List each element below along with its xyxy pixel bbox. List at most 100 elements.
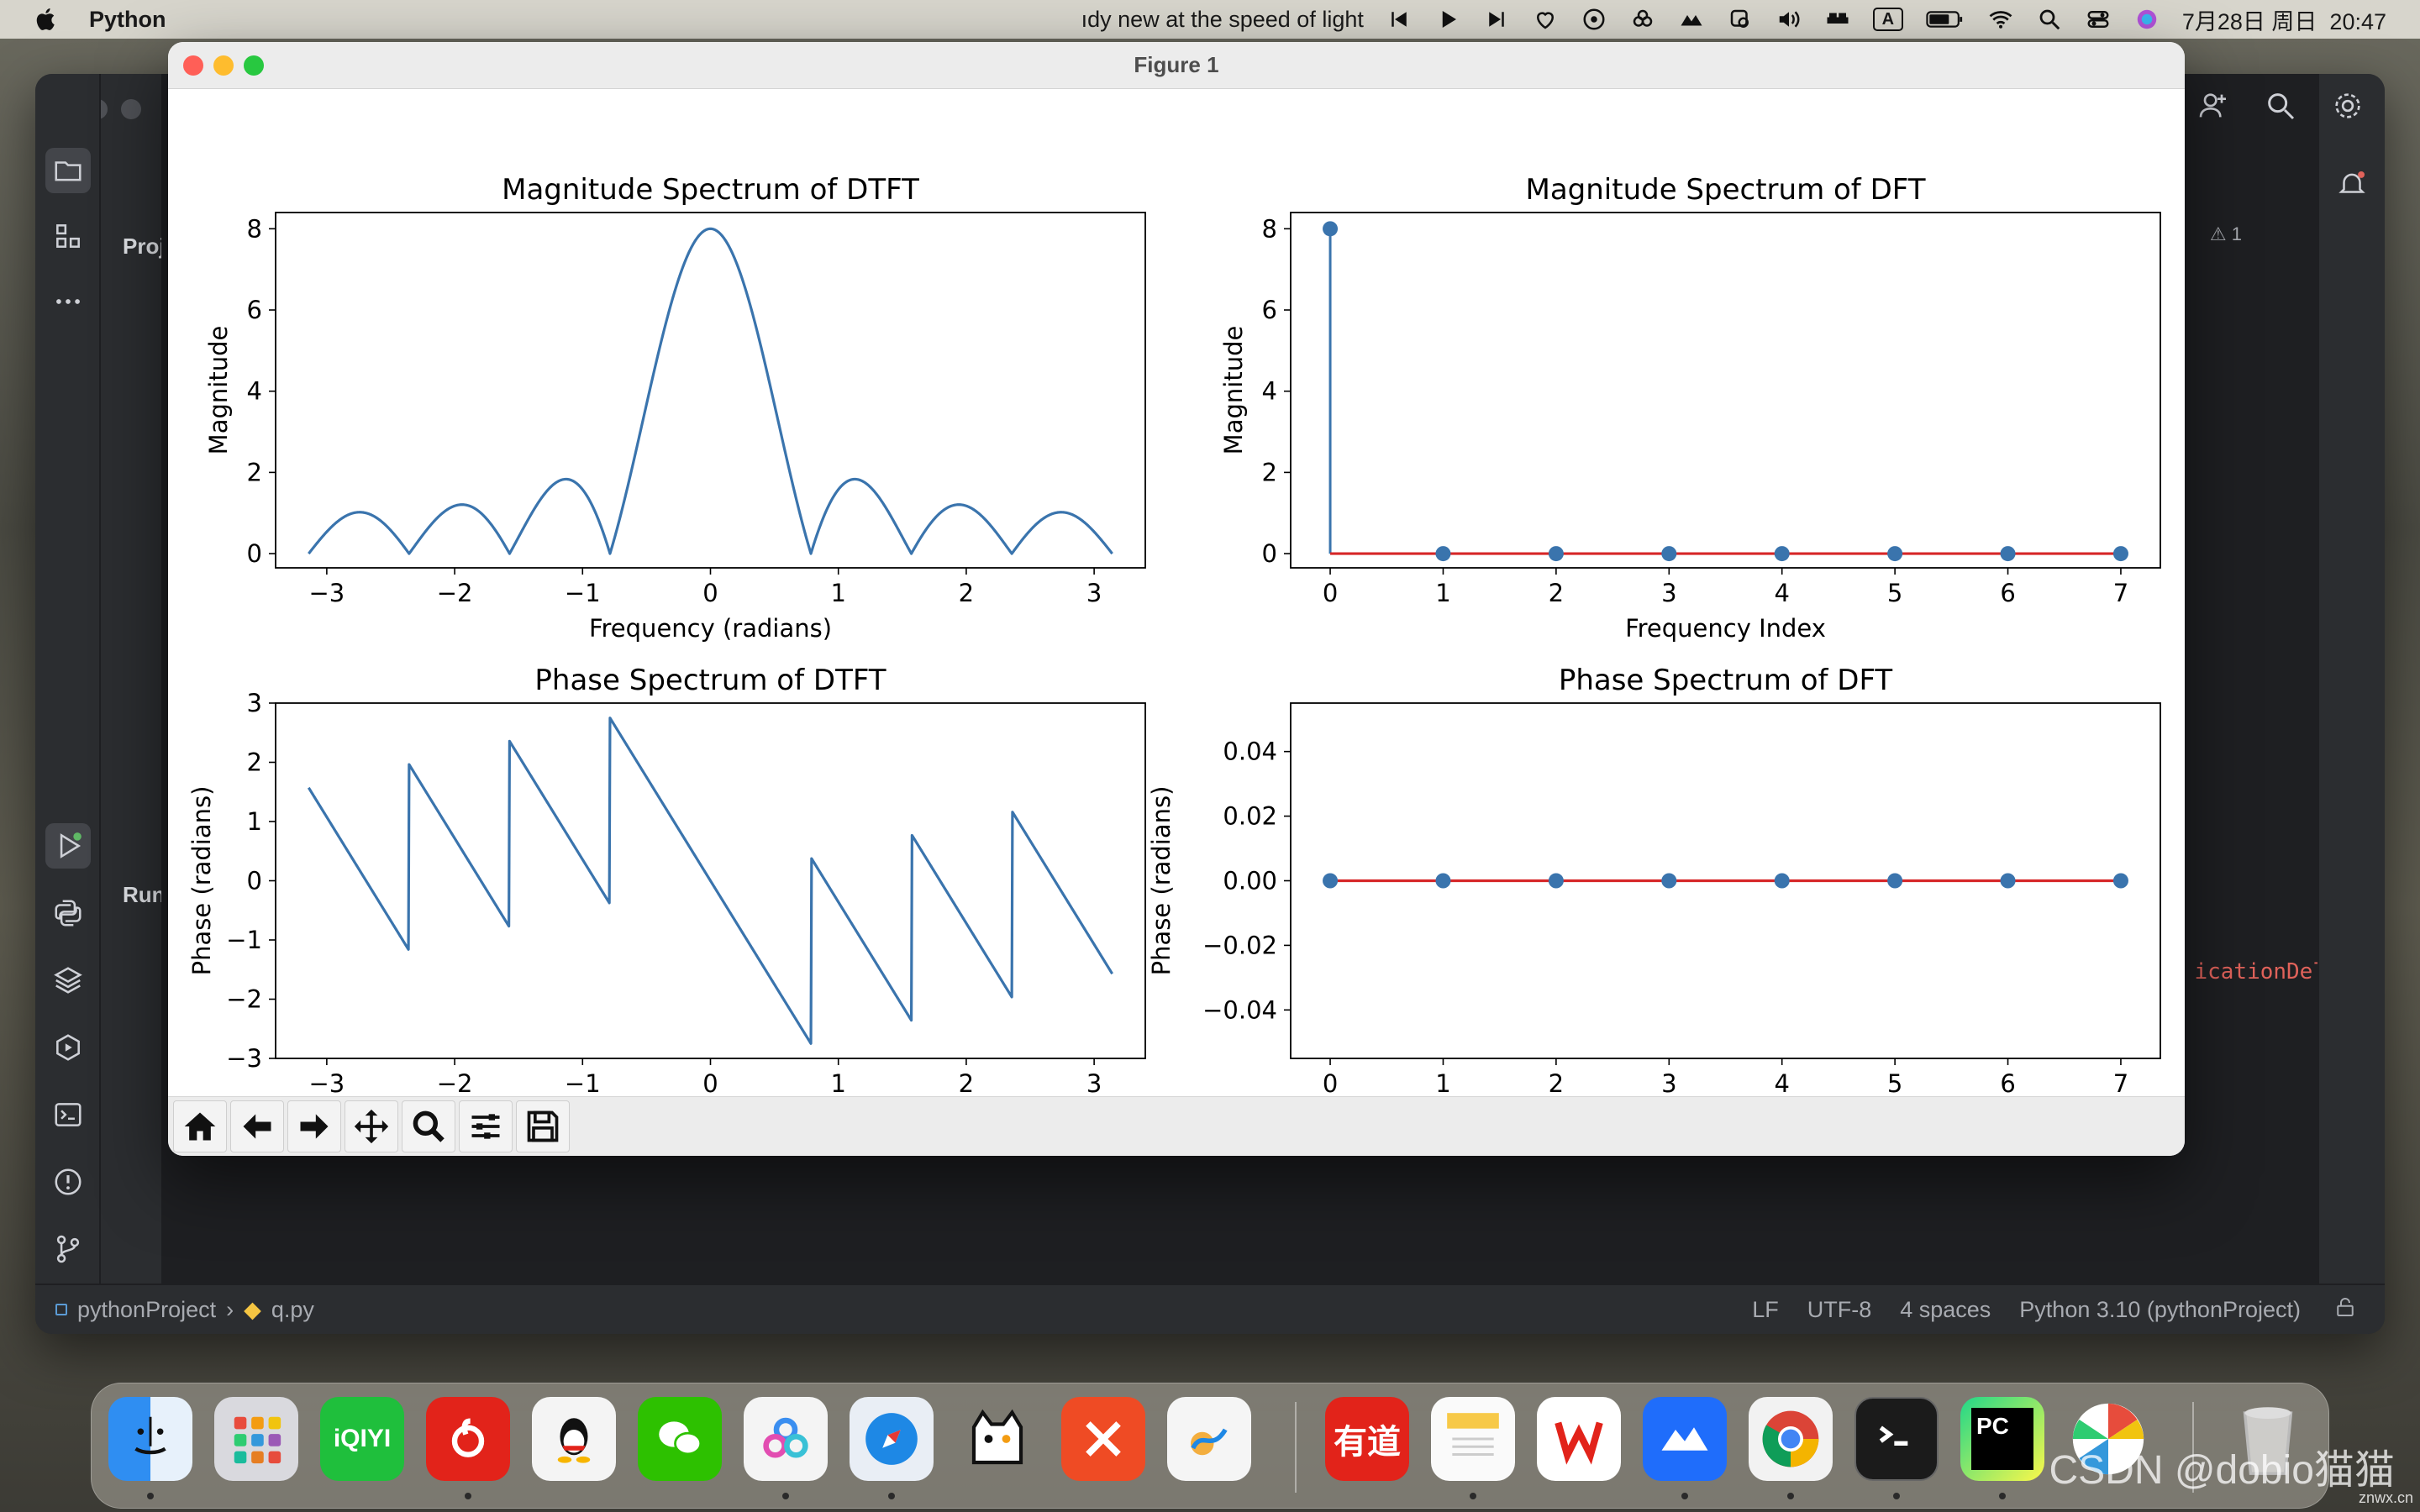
notifications-icon[interactable] [2329,161,2375,207]
chrome-icon[interactable] [1749,1397,1833,1481]
forward-button[interactable] [287,1100,341,1152]
status-interpreter[interactable]: Python 3.10 (pythonProject) [2019,1297,2301,1323]
terminal-icon[interactable] [45,1092,91,1137]
x-tick-label: 4 [1774,579,1789,607]
breadcrumb-project[interactable]: pythonProject [77,1297,216,1323]
lock-icon[interactable] [2333,1294,2358,1326]
project-panel-title[interactable]: Proj [123,234,166,260]
terminal-app-icon[interactable] [1854,1397,1939,1481]
x-tick-label: 1 [1435,579,1450,607]
x-tick-label: −1 [565,1069,601,1098]
apple-icon[interactable] [32,5,60,34]
heart-icon[interactable] [1532,6,1559,33]
stem-marker [1661,546,1677,562]
menubar-datetime[interactable]: 7月28日 周日 20:47 [2182,3,2386,36]
finder-icon[interactable] [108,1397,192,1481]
git-branch-icon[interactable] [45,1226,91,1272]
pan-button[interactable] [345,1100,398,1152]
iqiyi-icon[interactable]: iQIYI [320,1397,404,1481]
bed-icon[interactable] [1824,6,1851,33]
home-button[interactable] [173,1100,227,1152]
stem-marker [1774,546,1790,562]
add-user-icon[interactable] [2196,89,2230,127]
problems-icon[interactable] [45,1159,91,1205]
ide-search-icon[interactable] [2264,89,2297,127]
x-tick-label: 0 [702,579,718,607]
series-line [308,227,1113,555]
module-icon [55,1304,67,1315]
music-app-icon[interactable] [1581,6,1607,33]
youdao-icon[interactable]: 有道 [1325,1397,1409,1481]
wechat-icon[interactable] [638,1397,722,1481]
volume-icon[interactable] [1776,6,1802,33]
xmind-icon[interactable] [1061,1397,1145,1481]
launchpad-icon[interactable] [214,1397,298,1481]
status-encoding[interactable]: UTF-8 [1807,1297,1872,1323]
status-line-separator[interactable]: LF [1752,1297,1779,1323]
run-panel-title[interactable]: Run [123,882,166,908]
control-center-icon[interactable] [2085,6,2112,33]
qq-icon[interactable] [532,1397,616,1481]
back-button[interactable] [230,1100,284,1152]
figure-title: Figure 1 [1134,52,1219,77]
breadcrumb-file[interactable]: q.py [271,1297,314,1323]
stem-marker [2000,546,2016,562]
screenshot-icon[interactable] [1727,6,1754,33]
y-tick-label: 3 [247,689,262,717]
close-window-icon[interactable] [183,55,203,76]
play-icon[interactable] [1434,6,1461,33]
save-button[interactable] [516,1100,570,1152]
status-indent[interactable]: 4 spaces [1900,1297,1991,1323]
ide-settings-icon[interactable] [2331,89,2365,127]
freeform-icon[interactable] [1167,1397,1251,1481]
code-fragment[interactable]: icationDel [2194,959,2326,984]
battery-icon[interactable] [1925,6,1965,33]
save-icon [527,1110,559,1142]
figure-title-bar: Figure 1 [168,42,2185,89]
zoom-button[interactable] [402,1100,455,1152]
back-icon [243,1114,271,1139]
y-tick-label: −0.04 [1202,995,1277,1024]
running-indicator [1681,1493,1688,1499]
lark-tray-icon[interactable] [1678,6,1705,33]
run-tool-icon[interactable] [45,823,91,869]
menu-bar: Python ıdy new at the speed of light A 7… [0,0,2420,39]
x-tick-label: 0 [702,1069,718,1098]
warning-counter[interactable]: ⚠ 1 [2210,223,2242,245]
lark-icon[interactable] [1643,1397,1727,1481]
previous-track-icon[interactable] [1386,6,1413,33]
siri-icon[interactable] [2133,6,2160,33]
pycharm-icon[interactable]: PC [1960,1397,2044,1481]
services-icon[interactable] [45,1025,91,1070]
subplots-button[interactable] [459,1100,513,1152]
wifi-icon[interactable] [1987,6,2014,33]
more-tools-icon[interactable] [45,279,91,324]
safari-icon[interactable] [850,1397,934,1481]
y-tick-label: 4 [1262,377,1277,406]
stem-marker [1548,546,1564,562]
baidu-netdisk-icon[interactable] [744,1397,828,1481]
spotlight-search-icon[interactable] [2036,6,2063,33]
subplot-title: Magnitude Spectrum of DFT [1526,173,1926,207]
input-method-icon[interactable]: A [1872,8,1903,31]
x-tick-label: −2 [437,1069,473,1098]
ide-header-actions [2196,89,2365,127]
figure-canvas[interactable]: Magnitude Spectrum of DTFT Frequency (rad… [168,89,2185,1139]
now-playing-text[interactable]: ıdy new at the speed of light [1081,7,1364,33]
x-tick-label: 5 [1887,1069,1902,1098]
netease-music-icon[interactable] [426,1397,510,1481]
minimize-window-icon[interactable] [213,55,234,76]
zoom-window-icon[interactable] [244,55,264,76]
cloud-sync-icon[interactable] [1629,6,1656,33]
cat-app-icon[interactable] [955,1397,1039,1481]
next-track-icon[interactable] [1483,6,1510,33]
python-packages-icon[interactable] [45,958,91,1003]
y-tick-label: −1 [226,926,262,954]
x-tick-label: −2 [437,579,473,607]
notes-icon[interactable] [1431,1397,1515,1481]
active-app-name[interactable]: Python [89,7,166,33]
structure-icon[interactable] [45,213,91,259]
python-console-icon[interactable] [45,890,91,936]
wps-icon[interactable] [1537,1397,1621,1481]
project-folder-icon[interactable] [45,148,91,193]
